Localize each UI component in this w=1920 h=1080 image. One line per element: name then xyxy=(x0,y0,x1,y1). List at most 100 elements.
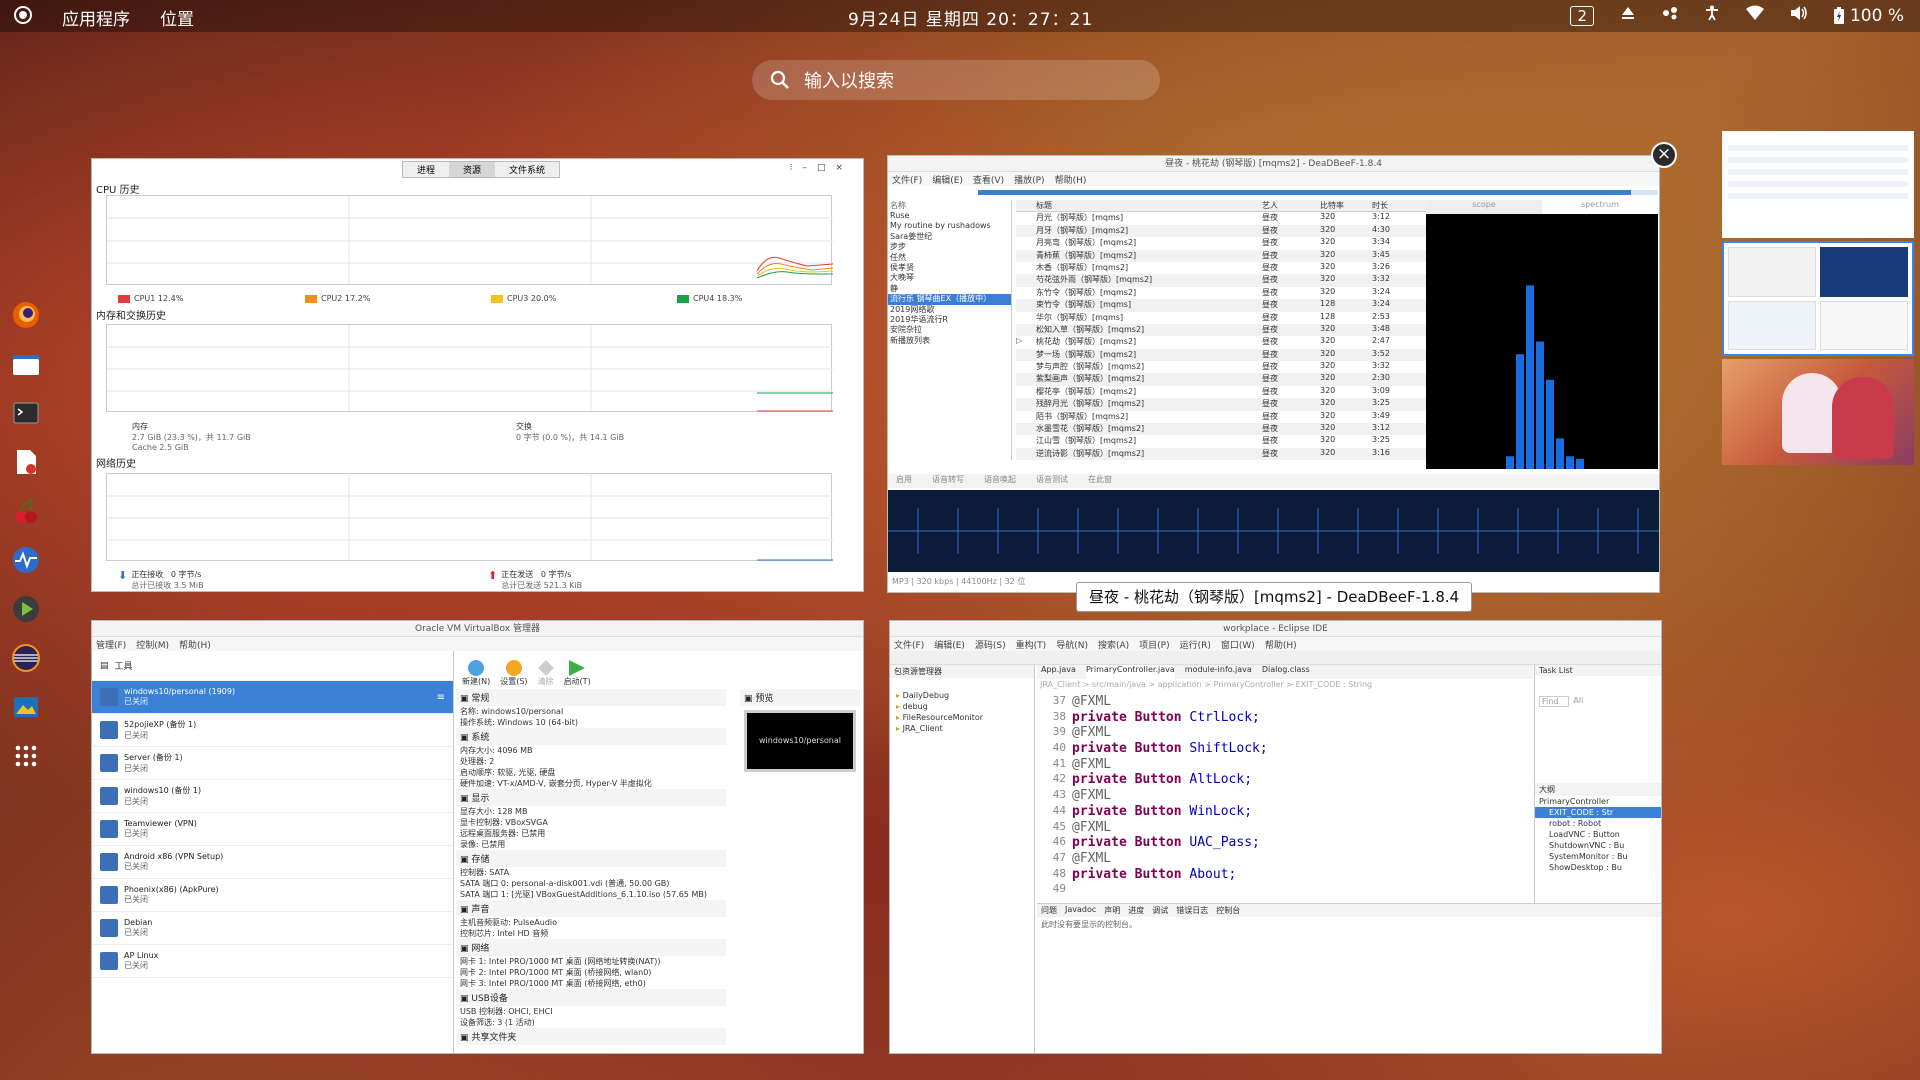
vm-list-item[interactable]: Debian 已关闭 xyxy=(92,912,453,945)
tab-app-java[interactable]: App.java xyxy=(1041,665,1076,679)
discard-button[interactable]: 清除 xyxy=(538,660,554,687)
col-bitrate[interactable]: 比特率 xyxy=(1320,200,1372,211)
track-row[interactable]: 紫梨画声（钢琴版）[mqms2] 昼夜 320 2:30 xyxy=(1016,373,1426,386)
dock-cherry[interactable] xyxy=(0,486,52,535)
system-monitor-window[interactable]: 进程 资源 文件系统 ⁝ – □ × CPU 历史 CPU1 12.4% CPU2 1… xyxy=(91,158,864,592)
dock-firefox[interactable] xyxy=(0,290,52,339)
playlist-item[interactable]: 安院杂拉 xyxy=(888,325,1011,335)
track-row[interactable]: 青柿蕉（钢琴版）[mqms2] 昼夜 320 3:45 xyxy=(1016,249,1426,262)
menu-icon[interactable]: ⁝ xyxy=(790,163,793,173)
track-row[interactable]: 梦一场（钢琴版）[mqms2] 昼夜 320 3:52 xyxy=(1016,348,1426,362)
eclipse-menu-item[interactable]: 重构(T) xyxy=(1016,638,1047,651)
outline-item[interactable]: robot : Robot xyxy=(1535,818,1661,829)
track-row[interactable]: 芍花弦外雨（钢琴版）[mqms2] 昼夜 320 3:32 xyxy=(1016,274,1426,287)
eclipse-menu-item[interactable]: 文件(F) xyxy=(894,638,924,651)
accessibility-icon[interactable] xyxy=(1704,5,1720,26)
deadbeef-window[interactable]: 昼夜 - 桃花劫 (钢琴版) [mqms2] - DeaDBeeF-1.8.4 … xyxy=(887,155,1660,593)
view-tab[interactable]: 声明 xyxy=(1104,905,1120,916)
track-row[interactable]: 木香（钢琴版）[mqms2] 昼夜 320 3:26 xyxy=(1016,262,1426,274)
clock[interactable]: 9月24日 星期四 20：27：21 xyxy=(848,5,1093,30)
outline-item[interactable]: SystemMonitor : Bu xyxy=(1535,851,1661,862)
eclipse-menu-item[interactable]: 编辑(E) xyxy=(934,638,965,651)
tab-dialog-class[interactable]: Dialog.class xyxy=(1262,665,1310,679)
menu-help[interactable]: 帮助(H) xyxy=(1055,173,1087,186)
tab-filesystems[interactable]: 文件系统 xyxy=(495,162,560,177)
new-vm-button[interactable]: 新建(N) xyxy=(462,660,490,687)
tab-spectrum[interactable]: spectrum xyxy=(1542,200,1658,214)
workspace-thumbnail-3[interactable] xyxy=(1722,359,1914,465)
eject-icon[interactable] xyxy=(1620,5,1636,26)
view-tab[interactable]: 控制台 xyxy=(1216,905,1240,916)
eclipse-menu-item[interactable]: 窗口(W) xyxy=(1221,638,1255,651)
project-tree-item[interactable]: ▸ DailyDebug xyxy=(890,690,1034,701)
workspace-thumbnail-2[interactable] xyxy=(1722,241,1914,356)
track-row[interactable]: 月牙（钢琴版）[mqms2] 昼夜 320 4:30 xyxy=(1016,224,1426,238)
find-field[interactable]: Find xyxy=(1539,696,1570,707)
eclipse-menu-item[interactable]: 搜索(A) xyxy=(1098,638,1129,651)
col-artist[interactable]: 艺人 xyxy=(1262,200,1320,211)
dock-terminal[interactable] xyxy=(0,388,52,437)
wifi-icon[interactable] xyxy=(1745,5,1764,26)
track-row[interactable]: ▷ 桃花劫（钢琴版）[mqms2] 昼夜 320 2:47 xyxy=(1016,336,1426,348)
vm-list-item[interactable]: AP Linux 已关闭 xyxy=(92,945,453,978)
menu-help[interactable]: 帮助(H) xyxy=(179,638,211,651)
playlist-item[interactable]: 步步 xyxy=(888,242,1011,252)
dock-files[interactable] xyxy=(0,339,52,388)
tools-item[interactable]: ▤ 工具 xyxy=(92,651,453,681)
vm-list-item[interactable]: windows10/personal (1909) 已关闭 ≡ xyxy=(92,681,453,714)
track-row[interactable]: 陌书（钢琴版）[mqms2] 昼夜 320 3:49 xyxy=(1016,411,1426,423)
volume-icon[interactable] xyxy=(1790,5,1808,26)
battery-status[interactable]: 100 % xyxy=(1833,6,1904,26)
code-editor[interactable]: 37 @FXML 38 private Button CtrlLock; 39 @FXML… xyxy=(1040,694,1530,898)
eclipse-window[interactable]: workplace - Eclipse IDE 文件(F) 编辑(E) 源码(S) 重… xyxy=(889,620,1662,1054)
tab-module-info-java[interactable]: module-info.java xyxy=(1185,665,1252,679)
eclipse-menu-item[interactable]: 源码(S) xyxy=(975,638,1006,651)
outline-item[interactable]: ShutdownVNC : Bu xyxy=(1535,840,1661,851)
bottom-tab-5[interactable]: 在此窗 xyxy=(1088,474,1112,488)
playlist-item[interactable]: 2019网络歌 xyxy=(888,305,1011,315)
vm-list-item[interactable]: windows10 (备份 1) 已关闭 xyxy=(92,780,453,813)
workspace-indicator[interactable]: 2 xyxy=(1570,5,1594,26)
view-tab[interactable]: 调试 xyxy=(1152,905,1168,916)
col-title[interactable]: 标题 xyxy=(1036,200,1262,211)
view-tab[interactable]: 错误日志 xyxy=(1176,905,1208,916)
tab-processes[interactable]: 进程 xyxy=(403,162,450,177)
menu-edit[interactable]: 编辑(E) xyxy=(932,173,963,186)
playlist-item[interactable]: 任然 xyxy=(888,253,1011,263)
menu-playback[interactable]: 播放(P) xyxy=(1014,173,1044,186)
vm-list-item[interactable]: Teamviewer (VPN) 已关闭 xyxy=(92,813,453,846)
dock-media-player[interactable] xyxy=(0,584,52,633)
tab-primarycontroller-java[interactable]: PrimaryController.java xyxy=(1085,665,1175,679)
activities-icon[interactable] xyxy=(14,6,32,29)
view-tab[interactable]: 进度 xyxy=(1128,905,1144,916)
eclipse-menu-item[interactable]: 运行(R) xyxy=(1180,638,1211,651)
playlist-item[interactable]: Ruse xyxy=(888,211,1011,221)
maximize-icon[interactable]: □ xyxy=(817,163,826,173)
editor-breadcrumb[interactable]: JRA_Client > src/main/java > application… xyxy=(1040,680,1530,689)
vm-list-item[interactable]: Android x86 (VPN Setup) 已关闭 xyxy=(92,846,453,879)
close-icon[interactable]: × xyxy=(835,163,843,173)
tab-resources[interactable]: 资源 xyxy=(449,162,496,177)
dock-text-editor[interactable] xyxy=(0,437,52,486)
virtualbox-window[interactable]: Oracle VM VirtualBox 管理器 管理(F) 控制(M) 帮助(… xyxy=(91,620,864,1054)
dock-eclipse[interactable] xyxy=(0,633,52,682)
col-duration[interactable]: 时长 xyxy=(1372,200,1412,211)
track-row[interactable]: 束竹令（钢琴版）[mqms] 昼夜 128 3:24 xyxy=(1016,299,1426,312)
places-menu[interactable]: 位置 xyxy=(160,5,194,30)
dock-show-apps[interactable] xyxy=(0,731,52,780)
playlist-item[interactable]: My routine by rushadows xyxy=(888,221,1011,231)
network-share-icon[interactable] xyxy=(1662,5,1678,26)
vm-list-item[interactable]: Server (备份 1) 已关闭 xyxy=(92,747,453,780)
tab-scope[interactable]: scope xyxy=(1426,200,1542,214)
playlist-item[interactable]: 静 xyxy=(888,284,1011,294)
track-row[interactable]: 江山雪（钢琴版）[mqms2] 昼夜 320 3:25 xyxy=(1016,435,1426,447)
outline-item[interactable]: LoadVNC : Button xyxy=(1535,829,1661,840)
track-row[interactable]: 东竹令（钢琴版）[mqms2] 昼夜 320 3:24 xyxy=(1016,287,1426,299)
playlist-item[interactable]: 流行乐 钢琴曲EX（播放中） xyxy=(888,294,1011,305)
track-row[interactable]: 月亮弯（钢琴版）[mqms2] 昼夜 320 3:34 xyxy=(1016,237,1426,249)
track-row[interactable]: 残醉月光（钢琴版）[mqms2] 昼夜 320 3:25 xyxy=(1016,398,1426,411)
settings-button[interactable]: 设置(S) xyxy=(500,660,528,687)
close-window-button[interactable]: × xyxy=(1651,142,1677,168)
playlist-item[interactable]: 大晚琴 xyxy=(888,273,1011,283)
view-tab[interactable]: Javadoc xyxy=(1065,905,1096,916)
